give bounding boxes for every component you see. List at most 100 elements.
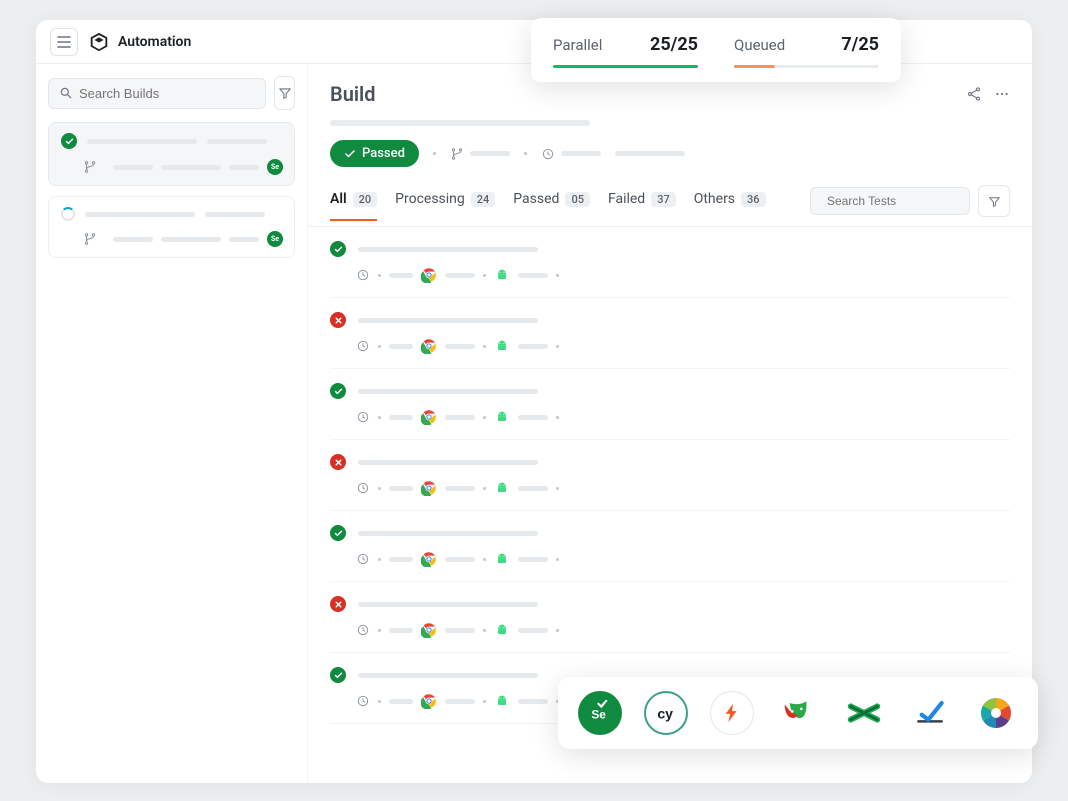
tool-colorwheel[interactable] [974, 691, 1018, 735]
status-fail-icon [330, 312, 346, 328]
build-subtitle-placeholder [330, 120, 590, 126]
stat-parallel-value: 25/25 [650, 34, 698, 55]
tab-count: 36 [741, 192, 766, 207]
build-title-actions [966, 86, 1010, 102]
clock-icon [356, 481, 370, 495]
branch-icon [83, 232, 97, 246]
clock-icon [356, 268, 370, 282]
chrome-icon [421, 551, 437, 567]
tab-processing[interactable]: Processing24 [395, 191, 495, 221]
test-row[interactable] [330, 511, 1010, 582]
tab-count: 24 [471, 192, 496, 207]
status-pass-icon [330, 383, 346, 399]
app-window: Automation [36, 20, 1032, 783]
concurrency-popover: Parallel 25/25 Queued 7/25 [531, 18, 901, 82]
android-icon [494, 409, 510, 425]
builds-sidebar: Se Se [36, 64, 308, 783]
tests-search-input[interactable] [827, 194, 982, 208]
tool-check[interactable] [908, 691, 952, 735]
svg-text:cy: cy [657, 705, 673, 721]
android-icon [494, 622, 510, 638]
chrome-icon [421, 267, 437, 283]
stat-queued: Queued 7/25 [734, 34, 879, 68]
tab-label: Passed [513, 191, 559, 207]
tab-failed[interactable]: Failed 37 [608, 191, 676, 221]
android-icon [494, 267, 510, 283]
clock-icon [356, 552, 370, 566]
tab-label: Failed [608, 191, 645, 207]
chrome-icon [421, 480, 437, 496]
main-panel: Build Passed [308, 64, 1032, 783]
android-icon [494, 480, 510, 496]
builds-search[interactable] [48, 78, 266, 109]
branch-icon [83, 160, 97, 174]
tab-count: 20 [353, 192, 378, 207]
tests-filter-button[interactable] [978, 185, 1010, 217]
tab-count: 05 [565, 192, 590, 207]
status-pass-icon [61, 133, 77, 149]
test-row[interactable] [330, 582, 1010, 653]
selenium-badge-icon: Se [267, 159, 283, 175]
tab-all[interactable]: All20 [330, 191, 377, 221]
clock-icon [541, 147, 555, 161]
stat-parallel-bar [553, 65, 698, 68]
test-row[interactable] [330, 440, 1010, 511]
tool-lightning[interactable] [710, 691, 754, 735]
filter-icon [988, 195, 1001, 208]
chrome-icon [421, 622, 437, 638]
stat-parallel: Parallel 25/25 [553, 34, 698, 68]
test-row[interactable] [330, 298, 1010, 369]
stat-queued-bar [734, 65, 879, 68]
test-row[interactable] [330, 227, 1010, 298]
tool-selenium[interactable]: Se [578, 691, 622, 735]
build-card[interactable]: Se [48, 196, 295, 258]
status-pass-icon [330, 667, 346, 683]
builds-search-row [48, 76, 295, 110]
android-icon [494, 693, 510, 709]
android-icon [494, 338, 510, 354]
status-pass-icon [330, 525, 346, 541]
tab-others[interactable]: Others 36 [694, 191, 766, 221]
branch-icon [450, 147, 464, 161]
status-fail-icon [330, 454, 346, 470]
check-icon [344, 148, 356, 160]
chrome-icon [421, 409, 437, 425]
tests-tabs: All20 Processing24 Passed 05 Failed 37 Others 3… [308, 167, 1032, 227]
status-fail-icon [330, 596, 346, 612]
status-pass-icon [330, 241, 346, 257]
build-card[interactable]: Se [48, 122, 295, 186]
build-title: Build [330, 82, 376, 106]
tab-passed[interactable]: Passed 05 [513, 191, 590, 221]
clock-icon [356, 410, 370, 424]
clock-icon [356, 694, 370, 708]
stat-queued-label: Queued [734, 36, 785, 54]
tab-label: Others [694, 191, 735, 207]
hamburger-icon [57, 36, 71, 48]
stat-queued-value: 7/25 [841, 34, 879, 55]
builds-search-input[interactable] [79, 86, 255, 101]
menu-button[interactable] [50, 28, 78, 56]
svg-text:Se: Se [591, 707, 606, 721]
logo-icon [88, 31, 110, 53]
clock-icon [356, 623, 370, 637]
tab-count: 37 [651, 192, 676, 207]
chrome-icon [421, 693, 437, 709]
tool-cross[interactable] [842, 691, 886, 735]
status-running-icon [61, 207, 75, 221]
tool-playwright[interactable] [776, 691, 820, 735]
stat-parallel-label: Parallel [553, 36, 602, 54]
share-icon[interactable] [966, 86, 982, 102]
tool-cypress[interactable]: cy [644, 691, 688, 735]
more-icon[interactable] [994, 86, 1010, 102]
search-icon [59, 86, 73, 100]
tests-search[interactable] [810, 187, 970, 215]
test-row[interactable] [330, 369, 1010, 440]
clock-icon [356, 339, 370, 353]
builds-filter-button[interactable] [274, 76, 295, 110]
build-meta-extra [615, 151, 685, 156]
filter-icon [278, 86, 292, 100]
selenium-badge-icon: Se [267, 231, 283, 247]
android-icon [494, 551, 510, 567]
build-status-pill: Passed [330, 140, 419, 167]
build-status-row: Passed [330, 140, 1010, 167]
